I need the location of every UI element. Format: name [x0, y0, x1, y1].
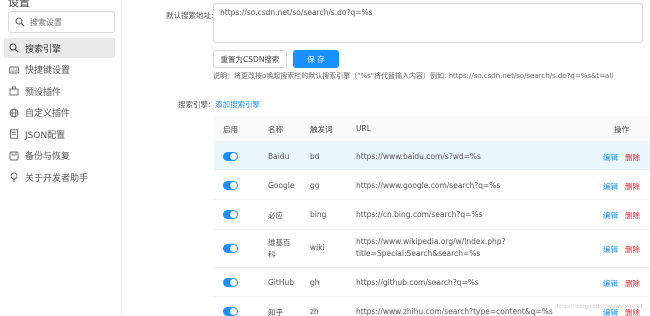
sidebar-item-shortcuts[interactable]: 快捷键设置 — [4, 60, 115, 80]
delete-button[interactable]: 删除 — [625, 181, 640, 192]
enable-toggle[interactable] — [223, 152, 238, 161]
header-enabled: 启用 — [223, 125, 238, 134]
engine-trigger: bing — [310, 210, 327, 219]
engine-url: https://www.google.com/search?q=%s — [356, 181, 501, 190]
globe-icon — [9, 108, 19, 117]
sidebar-item-label: 快捷键设置 — [25, 66, 71, 76]
enable-toggle[interactable] — [223, 278, 238, 287]
table-row: 必应 bing https://cn.bing.com/search?q=%s … — [214, 200, 650, 230]
engine-name: 维基百 科 — [268, 238, 291, 259]
engine-name: GitHub — [268, 278, 294, 287]
reset-csdn-button[interactable]: 重置为CSDN搜索 — [213, 50, 287, 68]
default-search-url-input[interactable]: https://so.csdn.net/so/search/s.do?q=%s — [213, 3, 643, 43]
delete-button[interactable]: 删除 — [625, 244, 640, 255]
engine-name: 知乎 — [268, 308, 283, 316]
sidebar-item-label: 自定义插件 — [25, 109, 71, 119]
table-row: Baidu bd https://www.baidu.com/s?wd=%s 编… — [214, 141, 650, 170]
settings-search-box[interactable] — [8, 11, 115, 33]
engine-trigger: gh — [310, 278, 320, 287]
backup-icon — [9, 151, 19, 160]
engine-trigger: bd — [310, 152, 320, 161]
engine-url: https://www.zhihu.com/search?type=conten… — [356, 307, 553, 316]
sidebar-item-label: 搜索引擎 — [25, 44, 62, 55]
main-panel: 默认搜索地址: https://so.csdn.net/so/search/s.… — [123, 0, 650, 316]
sidebar: 设置 搜索引擎 快捷键设置 — [0, 0, 122, 316]
edit-button[interactable]: 编辑 — [603, 210, 618, 221]
table-row: 维基百 科 wiki https://www.wikipedia.org/w/i… — [214, 230, 650, 268]
sidebar-item-json-config[interactable]: JSON配置 — [4, 124, 115, 144]
sidebar-item-preset-plugins[interactable]: 预设插件 — [4, 81, 115, 101]
lightbulb-icon — [10, 172, 18, 182]
default-search-label: 默认搜索地址: — [166, 11, 214, 20]
header-trigger: 触发词 — [310, 125, 333, 134]
table-row: GitHub gh https://github.com/search?q=%s… — [214, 268, 650, 297]
sidebar-item-custom-plugins[interactable]: 自定义插件 — [4, 103, 115, 123]
sidebar-title: 设置 — [8, 0, 30, 9]
edit-button[interactable]: 编辑 — [603, 278, 618, 289]
edit-button[interactable]: 编辑 — [603, 244, 618, 255]
enable-toggle[interactable] — [223, 210, 238, 219]
enable-toggle[interactable] — [223, 244, 238, 253]
sidebar-item-label: JSON配置 — [25, 130, 66, 141]
sidebar-item-search-engine[interactable]: 搜索引擎 — [4, 38, 115, 58]
table-row: Google gg https://www.google.com/search?… — [214, 170, 650, 200]
engine-url: https://www.baidu.com/s?wd=%s — [356, 152, 481, 161]
settings-search-input[interactable] — [30, 17, 110, 27]
sidebar-item-about[interactable]: 关于开发者助手 — [4, 167, 115, 187]
engine-trigger: wiki — [310, 243, 325, 252]
delete-button[interactable]: 删除 — [625, 210, 640, 221]
sidebar-nav: 搜索引擎 快捷键设置 预设插件 自定义插件 JSON配置 备份与恢复 关于开发者… — [4, 38, 115, 189]
engine-trigger: gg — [310, 181, 320, 190]
enable-toggle[interactable] — [223, 307, 238, 316]
search-engine-label: 搜索引擎: — [178, 100, 211, 109]
edit-button[interactable]: 编辑 — [603, 152, 618, 163]
save-button[interactable]: 保 存 — [293, 50, 339, 68]
search-icon — [15, 17, 25, 27]
header-url: URL — [356, 124, 371, 133]
sidebar-item-label: 备份与恢复 — [25, 152, 71, 162]
engine-name: Google — [268, 181, 295, 190]
engine-url: https://www.wikipedia.org/w/index.php? — [356, 237, 506, 246]
add-search-engine-link[interactable]: 添加搜索引擎 — [215, 99, 260, 110]
table-header: 启用 名称 触发词 URL 操作 — [214, 116, 650, 141]
sidebar-item-backup-restore[interactable]: 备份与恢复 — [4, 146, 115, 166]
delete-button[interactable]: 删除 — [625, 278, 640, 289]
engine-name: 必应 — [268, 211, 283, 220]
header-name: 名称 — [268, 125, 283, 134]
engine-name: Baidu — [268, 152, 290, 161]
search-icon — [9, 43, 19, 53]
edit-button[interactable]: 编辑 — [603, 181, 618, 192]
engine-url: https://cn.bing.com/search?q=%s — [356, 210, 483, 219]
sidebar-item-label: 预设插件 — [25, 87, 62, 98]
watermark: https://blog.csdn.net/weixin_44... — [556, 304, 648, 310]
sidebar-item-label: 关于开发者助手 — [25, 173, 89, 184]
header-actions: 操作 — [614, 125, 629, 134]
enable-toggle[interactable] — [223, 181, 238, 190]
delete-button[interactable]: 删除 — [625, 152, 640, 163]
hint-text: 说明：将更改按o唤起搜索栏的默认搜索引擎（"%s"将代替输入内容）例如: htt… — [213, 72, 614, 80]
document-icon — [10, 129, 18, 139]
engine-trigger: zh — [310, 307, 319, 316]
plugin-icon — [9, 86, 19, 96]
keyboard-icon — [9, 66, 19, 73]
engine-url-line2: title=Special:Search&search=%s — [356, 249, 481, 258]
engine-url: https://github.com/search?q=%s — [356, 278, 479, 287]
